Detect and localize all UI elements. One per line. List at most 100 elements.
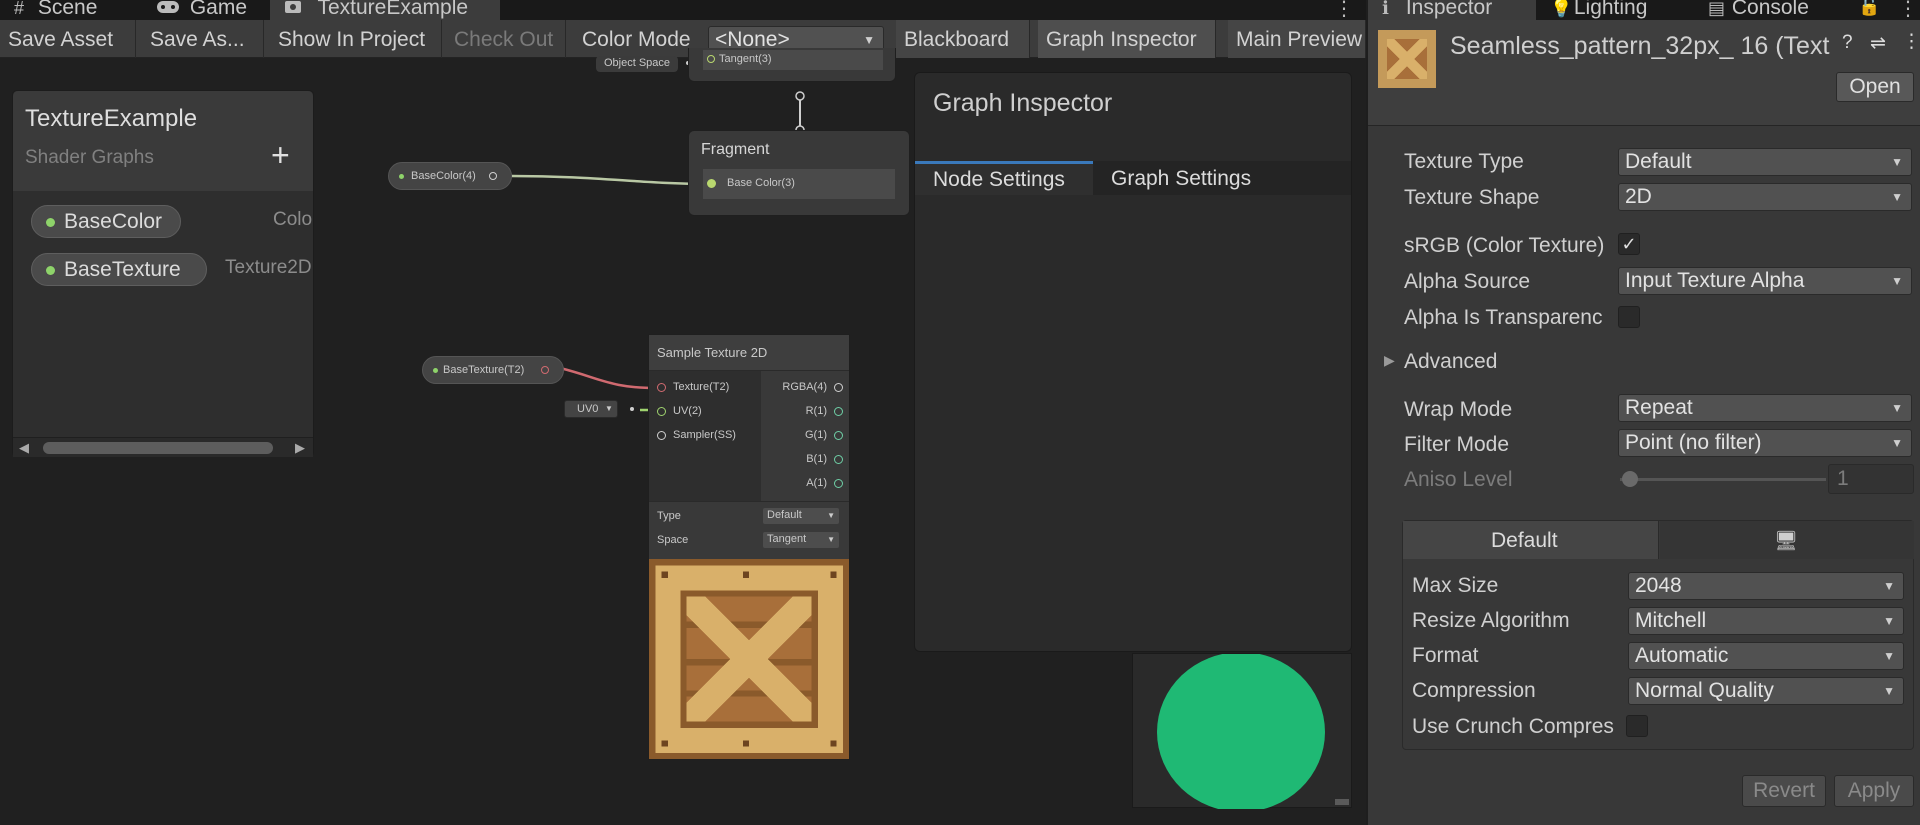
preset-icon[interactable]: ⇌ — [1870, 32, 1886, 55]
preview-sphere — [1157, 652, 1325, 812]
lock-icon[interactable]: 🔓 — [1858, 0, 1880, 17]
property-basecolor[interactable]: BaseColor — [31, 205, 181, 238]
context-menu-icon[interactable]: ⋮ — [1902, 30, 1920, 53]
alpha-transparency-checkbox[interactable] — [1618, 306, 1640, 328]
open-button[interactable]: Open — [1836, 72, 1914, 102]
revert-button[interactable]: Revert — [1742, 775, 1826, 807]
basecolor-wire — [511, 174, 713, 186]
blackboard-panel: TextureExample Shader Graphs + BaseColor… — [12, 90, 314, 457]
info-icon: ℹ — [1382, 0, 1389, 18]
base-color-port[interactable] — [707, 179, 716, 188]
tab-node-settings[interactable]: Node Settings — [915, 161, 1093, 195]
chevron-down-icon: ▼ — [1883, 684, 1895, 698]
chevron-down-icon: ▼ — [1891, 274, 1903, 288]
chevron-down-icon: ▼ — [1883, 649, 1895, 663]
bulb-icon: 💡 — [1550, 0, 1573, 18]
tab-lighting[interactable]: 💡 Lighting — [1536, 0, 1694, 20]
wrap-mode-value: Repeat — [1625, 396, 1693, 419]
a-output-label: A(1) — [806, 477, 827, 489]
object-space-chip[interactable]: Object Space — [596, 56, 678, 72]
texture-type-value: Default — [1625, 150, 1692, 173]
monitor-icon: 🖥 — [1774, 531, 1799, 552]
texture-input-port[interactable] — [657, 383, 666, 392]
filter-mode-label: Filter Mode — [1404, 433, 1510, 456]
advanced-foldout[interactable]: Advanced — [1404, 350, 1604, 374]
crunch-compression-checkbox[interactable] — [1626, 715, 1648, 737]
texture-shape-dropdown[interactable]: 2D ▼ — [1618, 183, 1912, 211]
fragment-block[interactable]: Fragment Base Color(3) — [688, 130, 910, 216]
b-output-port[interactable] — [834, 455, 843, 464]
help-icon[interactable]: ? — [1842, 32, 1853, 54]
format-dropdown[interactable]: Automatic ▼ — [1628, 642, 1904, 670]
platform-tab-standalone[interactable]: 🖥 — [1660, 521, 1914, 559]
platform-tab-default[interactable]: Default — [1403, 521, 1659, 559]
compression-value: Normal Quality — [1635, 679, 1774, 702]
scroll-left-icon[interactable]: ◀ — [19, 440, 29, 456]
srgb-checkbox[interactable]: ✓ — [1618, 233, 1640, 255]
basecolor-property-node[interactable]: BaseColor(4) — [388, 162, 512, 190]
scroll-right-icon[interactable]: ▶ — [295, 440, 305, 456]
a-output-port[interactable] — [834, 479, 843, 488]
max-size-label: Max Size — [1412, 574, 1499, 597]
crunch-compression-label: Use Crunch Compres — [1412, 715, 1614, 738]
basetexture-output-port[interactable] — [541, 366, 549, 374]
add-property-button[interactable]: + — [271, 137, 290, 174]
resize-handle[interactable] — [1335, 799, 1349, 805]
type-dropdown[interactable]: Default ▼ — [763, 508, 839, 524]
base-color-slot[interactable]: Base Color(3) — [703, 169, 895, 199]
fragment-title: Fragment — [701, 141, 770, 158]
scrollbar-thumb[interactable] — [43, 442, 273, 454]
chevron-down-icon: ▼ — [1891, 190, 1903, 204]
aniso-slider-track[interactable] — [1620, 478, 1826, 481]
format-value: Automatic — [1635, 644, 1729, 667]
max-size-dropdown[interactable]: 2048 ▼ — [1628, 572, 1904, 600]
wrap-mode-dropdown[interactable]: Repeat ▼ — [1618, 394, 1912, 422]
blackboard-title: TextureExample — [25, 105, 198, 132]
property-basetexture[interactable]: BaseTexture — [31, 253, 207, 286]
alpha-source-dropdown[interactable]: Input Texture Alpha ▼ — [1618, 267, 1912, 295]
sampler-input-label: Sampler(SS) — [673, 429, 736, 441]
r-output-port[interactable] — [834, 407, 843, 416]
vertex-block-partial[interactable]: Tangent(3) — [688, 48, 896, 82]
inspector-window: ℹ Inspector 💡 Lighting ▤ Console 🔓 ⋮ Sea… — [1366, 0, 1920, 825]
sample-texture-2d-node[interactable]: Sample Texture 2D Texture(T2) UV(2) Samp… — [648, 334, 850, 760]
tab-graph-settings[interactable]: Graph Settings — [1093, 161, 1351, 195]
expand-triangle-icon[interactable]: ▶ — [1384, 352, 1395, 369]
horizontal-scrollbar[interactable]: ◀ ▶ — [13, 437, 313, 457]
rgba-output-port[interactable] — [834, 383, 843, 392]
space-dropdown[interactable]: Tangent ▼ — [763, 532, 839, 548]
main-preview-panel[interactable] — [1132, 652, 1352, 812]
sampler-input-port[interactable] — [657, 431, 666, 440]
tab-inspector[interactable]: ℹ Inspector — [1368, 0, 1536, 20]
compression-label: Compression — [1412, 679, 1536, 702]
uv-input-port[interactable] — [657, 407, 666, 416]
chevron-down-icon: ▼ — [1891, 155, 1903, 169]
chevron-down-icon: ▼ — [1891, 401, 1903, 415]
g-output-port[interactable] — [834, 431, 843, 440]
aniso-slider-thumb[interactable] — [1622, 471, 1639, 487]
resize-algorithm-dropdown[interactable]: Mitchell ▼ — [1628, 607, 1904, 635]
texture-type-dropdown[interactable]: Default ▼ — [1618, 148, 1912, 176]
more-options-icon[interactable]: ⋮ — [1898, 0, 1918, 21]
basecolor-output-port[interactable] — [489, 172, 497, 180]
tab-lighting-label: Lighting — [1573, 0, 1648, 19]
basetexture-node-label: BaseTexture(T2) — [443, 364, 525, 376]
filter-mode-value: Point (no filter) — [1625, 431, 1762, 454]
tangent-port[interactable] — [707, 55, 715, 63]
texture-shape-value: 2D — [1625, 185, 1652, 208]
property-type: Color — [273, 209, 313, 230]
tab-graph-settings-label: Graph Settings — [1111, 167, 1252, 190]
alpha-source-value: Input Texture Alpha — [1625, 269, 1805, 292]
max-size-value: 2048 — [1635, 574, 1682, 597]
filter-mode-dropdown[interactable]: Point (no filter) ▼ — [1618, 429, 1912, 457]
compression-dropdown[interactable]: Normal Quality ▼ — [1628, 677, 1904, 705]
uv-channel-dropdown[interactable]: UV0 ▼ — [564, 400, 618, 418]
tab-console[interactable]: ▤ Console — [1694, 0, 1834, 20]
aniso-level-field[interactable]: 1 — [1828, 464, 1914, 494]
tab-node-settings-label: Node Settings — [933, 168, 1065, 191]
graph-inspector-panel: Graph Inspector Node Settings Graph Sett… — [914, 72, 1352, 652]
type-label: Type — [657, 510, 681, 522]
space-label: Space — [657, 534, 689, 546]
basetexture-property-node[interactable]: BaseTexture(T2) — [422, 356, 564, 384]
apply-button[interactable]: Apply — [1834, 775, 1914, 807]
